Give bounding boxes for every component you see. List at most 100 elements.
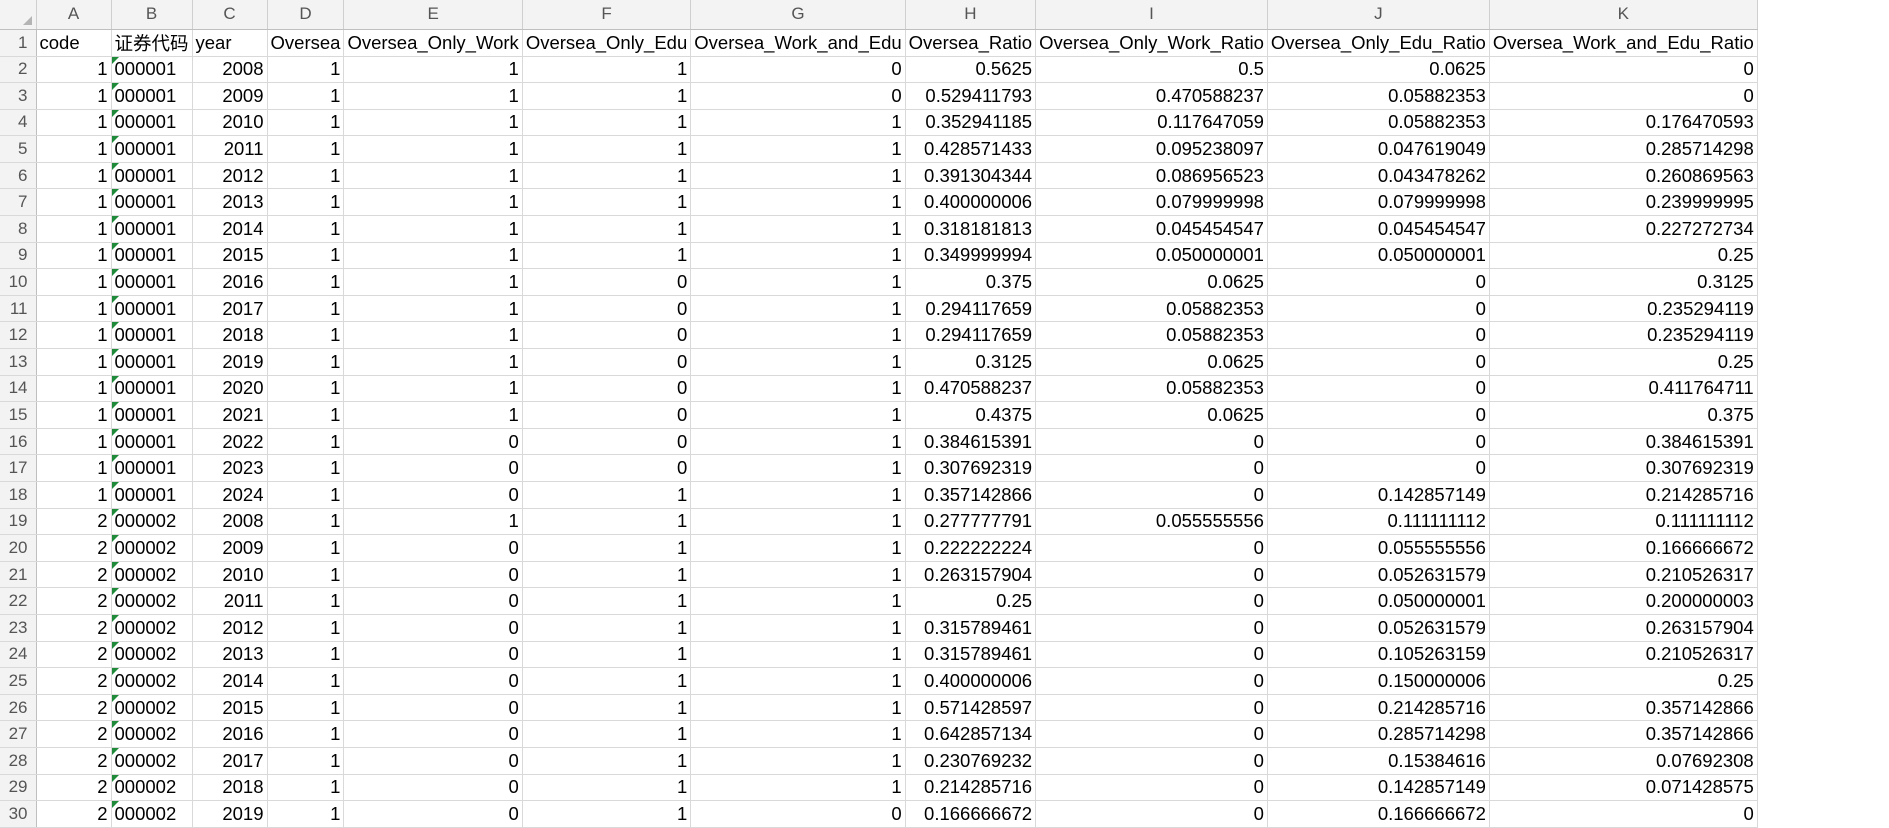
number-cell[interactable]: 0	[1267, 401, 1490, 429]
row-header[interactable]: 6	[0, 162, 37, 190]
column-header[interactable]: I	[1035, 0, 1268, 30]
number-cell[interactable]: 0	[343, 454, 523, 482]
number-cell[interactable]: 0.400000006	[905, 667, 1037, 695]
number-cell[interactable]: 0	[1035, 454, 1268, 482]
number-cell[interactable]: 0	[343, 534, 523, 562]
number-cell[interactable]: 2012	[192, 162, 268, 190]
header-cell[interactable]: Oversea_Only_Edu	[522, 29, 692, 57]
number-cell[interactable]: 1	[522, 162, 692, 190]
number-cell[interactable]: 1	[522, 481, 692, 509]
number-cell[interactable]: 1	[343, 215, 523, 243]
number-cell[interactable]: 0	[1035, 561, 1268, 589]
number-cell[interactable]: 1	[690, 135, 906, 163]
number-cell[interactable]: 2	[36, 747, 112, 775]
number-cell[interactable]: 0	[1267, 428, 1490, 456]
number-cell[interactable]: 0.05882353	[1035, 321, 1268, 350]
number-cell[interactable]: 1	[343, 162, 523, 190]
number-cell[interactable]: 1	[267, 534, 345, 562]
text-cell[interactable]: 000001	[111, 295, 193, 323]
number-cell[interactable]: 0	[1267, 375, 1490, 403]
row-header[interactable]: 11	[0, 295, 37, 323]
number-cell[interactable]: 2	[36, 694, 112, 722]
row-header[interactable]: 9	[0, 242, 37, 270]
number-cell[interactable]: 0.285714298	[1267, 720, 1490, 748]
header-cell[interactable]: Oversea_Only_Work_Ratio	[1035, 29, 1268, 57]
row-header[interactable]: 3	[0, 82, 37, 110]
number-cell[interactable]: 0.050000001	[1267, 587, 1490, 615]
number-cell[interactable]: 1	[267, 56, 345, 84]
text-cell[interactable]: 000001	[111, 188, 193, 217]
number-cell[interactable]: 1	[690, 321, 906, 350]
number-cell[interactable]: 2013	[192, 641, 268, 669]
number-cell[interactable]: 0.111111112	[1489, 508, 1758, 536]
number-cell[interactable]: 0.315789461	[905, 641, 1037, 669]
number-cell[interactable]: 1	[690, 694, 906, 722]
header-cell[interactable]: Oversea	[267, 29, 345, 57]
number-cell[interactable]: 0.3125	[905, 348, 1037, 376]
row-header[interactable]: 5	[0, 135, 37, 163]
number-cell[interactable]: 0.384615391	[1489, 428, 1758, 456]
header-cell[interactable]: 证券代码	[111, 29, 193, 57]
number-cell[interactable]: 0	[343, 481, 523, 509]
number-cell[interactable]: 0.0625	[1035, 268, 1268, 296]
number-cell[interactable]: 1	[690, 641, 906, 669]
number-cell[interactable]: 1	[690, 534, 906, 562]
number-cell[interactable]: 1	[522, 508, 692, 536]
text-cell[interactable]: 000001	[111, 109, 193, 137]
number-cell[interactable]: 0	[343, 428, 523, 456]
number-cell[interactable]: 1	[267, 694, 345, 722]
number-cell[interactable]: 0.428571433	[905, 135, 1037, 163]
text-cell[interactable]: 000002	[111, 694, 193, 722]
number-cell[interactable]: 2008	[192, 56, 268, 84]
number-cell[interactable]: 2011	[192, 587, 268, 615]
number-cell[interactable]: 0	[522, 428, 692, 456]
number-cell[interactable]: 0	[1035, 720, 1268, 748]
number-cell[interactable]: 0.3125	[1489, 268, 1758, 296]
number-cell[interactable]: 0.230769232	[905, 747, 1037, 775]
number-cell[interactable]: 1	[690, 401, 906, 429]
row-header[interactable]: 17	[0, 454, 37, 482]
number-cell[interactable]: 0	[1035, 747, 1268, 775]
number-cell[interactable]: 1	[267, 215, 345, 243]
number-cell[interactable]: 0.050000001	[1035, 242, 1268, 270]
number-cell[interactable]: 1	[343, 268, 523, 296]
number-cell[interactable]: 1	[267, 454, 345, 482]
number-cell[interactable]: 2022	[192, 428, 268, 456]
number-cell[interactable]: 0	[690, 82, 906, 110]
text-cell[interactable]: 000002	[111, 720, 193, 748]
number-cell[interactable]: 1	[690, 109, 906, 137]
number-cell[interactable]: 1	[36, 481, 112, 509]
number-cell[interactable]: 1	[36, 188, 112, 217]
row-header[interactable]: 2	[0, 56, 37, 84]
number-cell[interactable]: 0.277777791	[905, 508, 1037, 536]
number-cell[interactable]: 0.357142866	[905, 481, 1037, 509]
number-cell[interactable]: 0.200000003	[1489, 587, 1758, 615]
number-cell[interactable]: 2008	[192, 508, 268, 536]
number-cell[interactable]: 0.235294119	[1489, 295, 1758, 323]
number-cell[interactable]: 0	[1035, 614, 1268, 642]
text-cell[interactable]: 000001	[111, 215, 193, 243]
number-cell[interactable]: 2017	[192, 295, 268, 323]
number-cell[interactable]: 0	[522, 268, 692, 296]
number-cell[interactable]: 0	[522, 321, 692, 350]
number-cell[interactable]: 1	[36, 162, 112, 190]
number-cell[interactable]: 1	[343, 508, 523, 536]
row-header[interactable]: 27	[0, 720, 37, 748]
number-cell[interactable]: 0	[522, 401, 692, 429]
number-cell[interactable]: 0.529411793	[905, 82, 1037, 110]
number-cell[interactable]: 0.352941185	[905, 109, 1037, 137]
row-header[interactable]: 15	[0, 401, 37, 429]
number-cell[interactable]: 1	[267, 587, 345, 615]
number-cell[interactable]: 1	[267, 321, 345, 350]
number-cell[interactable]: 0.0625	[1035, 348, 1268, 376]
number-cell[interactable]: 2018	[192, 774, 268, 802]
text-cell[interactable]: 000002	[111, 534, 193, 562]
number-cell[interactable]: 0.391304344	[905, 162, 1037, 190]
number-cell[interactable]: 1	[690, 774, 906, 802]
number-cell[interactable]: 1	[267, 747, 345, 775]
number-cell[interactable]: 0	[1267, 348, 1490, 376]
number-cell[interactable]: 0.222222224	[905, 534, 1037, 562]
text-cell[interactable]: 000001	[111, 428, 193, 456]
number-cell[interactable]: 0.214285716	[905, 774, 1037, 802]
number-cell[interactable]: 1	[522, 641, 692, 669]
